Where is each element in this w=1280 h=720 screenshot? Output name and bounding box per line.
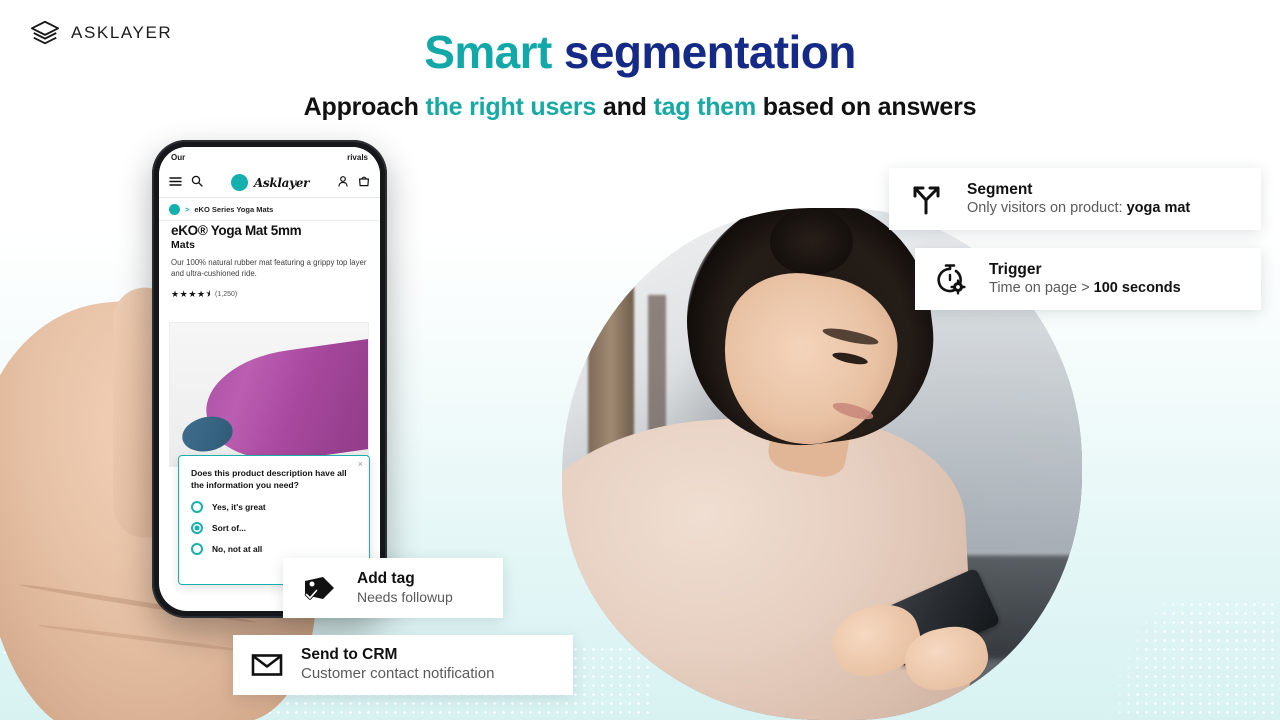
radio-button-selected-icon[interactable] xyxy=(191,522,203,535)
survey-option-label: Sort of... xyxy=(212,523,246,534)
breadcrumb-current[interactable]: eKO Series Yoga Mats xyxy=(194,205,273,214)
headline-part-1: Smart xyxy=(424,26,564,78)
product-rating[interactable]: ★★★★⯨ (1,250) xyxy=(171,287,368,303)
product-image-yoga-mat[interactable] xyxy=(169,322,369,467)
survey-option[interactable]: No, not at all xyxy=(191,543,357,556)
breadcrumb[interactable]: > eKO Series Yoga Mats xyxy=(159,199,380,221)
stopwatch-gear-icon xyxy=(933,262,967,296)
subtitle-seg-4: tag them xyxy=(653,93,757,121)
survey-option[interactable]: Yes, it's great xyxy=(191,501,357,514)
segment-card-subtitle: Only visitors on product: yoga mat xyxy=(967,200,1190,218)
product-category: Mats xyxy=(171,239,195,252)
feature-card-add-tag[interactable]: Add tag Needs followup xyxy=(283,558,503,618)
hand-crease-2 xyxy=(37,623,252,654)
tag-check-icon xyxy=(301,572,337,604)
survey-option-label: Yes, it's great xyxy=(212,502,266,513)
product-title: eKO® Yoga Mat 5mm xyxy=(171,223,302,238)
survey-option[interactable]: Sort of... xyxy=(191,522,357,535)
breadcrumb-home-icon[interactable] xyxy=(169,204,180,215)
star-rating-icon: ★★★★⯨ xyxy=(171,288,212,299)
subtitle-seg-3: and xyxy=(596,93,654,121)
hamburger-menu-icon[interactable] xyxy=(169,174,182,192)
product-info: eKO® Yoga Mat 5mm Mats Our 100% natural … xyxy=(159,223,380,303)
shopping-bag-icon[interactable] xyxy=(358,174,370,192)
survey-question: Does this product description have all t… xyxy=(191,468,347,491)
browser-url-bar: Our rivals xyxy=(159,147,380,167)
page-subtitle: Approach the right users and tag them ba… xyxy=(0,93,1280,122)
envelope-icon xyxy=(251,652,283,678)
feature-card-send-to-crm[interactable]: Send to CRM Customer contact notificatio… xyxy=(233,635,573,695)
segment-subtitle-prefix: Only visitors on product: xyxy=(967,199,1127,216)
store-header: Asklayer xyxy=(159,168,380,198)
add-tag-card-subtitle: Needs followup xyxy=(357,589,453,606)
survey-option-label: No, not at all xyxy=(212,544,263,555)
subtitle-seg-5: based on answers xyxy=(756,93,977,121)
segment-subtitle-value: yoga mat xyxy=(1126,199,1191,216)
segment-card-title: Segment xyxy=(967,180,1033,198)
photo-hair-bun xyxy=(770,208,854,275)
yoga-mat-roll xyxy=(198,336,368,466)
trigger-subtitle-prefix: Time on page > xyxy=(989,279,1094,296)
send-crm-card-subtitle: Customer contact notification xyxy=(301,665,495,683)
search-icon[interactable] xyxy=(191,174,203,192)
feature-card-trigger[interactable]: Trigger Time on page > 100 seconds xyxy=(915,248,1261,310)
branch-split-arrows-icon xyxy=(909,183,943,215)
headline-part-2: segmentation xyxy=(563,26,856,78)
browser-bar-right-text: rivals xyxy=(347,152,368,162)
send-crm-card-title: Send to CRM xyxy=(301,646,398,664)
review-count: (1,250) xyxy=(215,291,238,299)
subtitle-seg-1: Approach xyxy=(303,93,426,121)
trigger-card-subtitle: Time on page > 100 seconds xyxy=(989,280,1181,298)
trigger-card-title: Trigger xyxy=(989,260,1042,278)
store-logo-dot-icon xyxy=(230,174,248,191)
browser-bar-left-text: Our xyxy=(171,152,186,162)
radio-button-icon[interactable] xyxy=(191,501,203,514)
breadcrumb-separator: > xyxy=(185,205,190,214)
survey-options: Yes, it's great Sort of... No, not at al… xyxy=(191,501,357,556)
add-tag-card-title: Add tag xyxy=(357,569,415,587)
page-title: Smart segmentation xyxy=(0,28,1280,77)
product-description: Our 100% natural rubber mat featuring a … xyxy=(171,258,367,279)
store-brand-name: Asklayer xyxy=(253,175,310,190)
subtitle-seg-2: the right users xyxy=(425,93,597,121)
radio-button-icon[interactable] xyxy=(191,543,203,556)
trigger-subtitle-value: 100 seconds xyxy=(1093,279,1181,296)
close-icon[interactable]: × xyxy=(358,460,363,469)
user-account-icon[interactable] xyxy=(337,174,349,192)
store-brand[interactable]: Asklayer xyxy=(230,174,310,191)
dot-pattern-bottom-right xyxy=(1070,600,1280,720)
feature-card-segment[interactable]: Segment Only visitors on product: yoga m… xyxy=(889,168,1261,230)
